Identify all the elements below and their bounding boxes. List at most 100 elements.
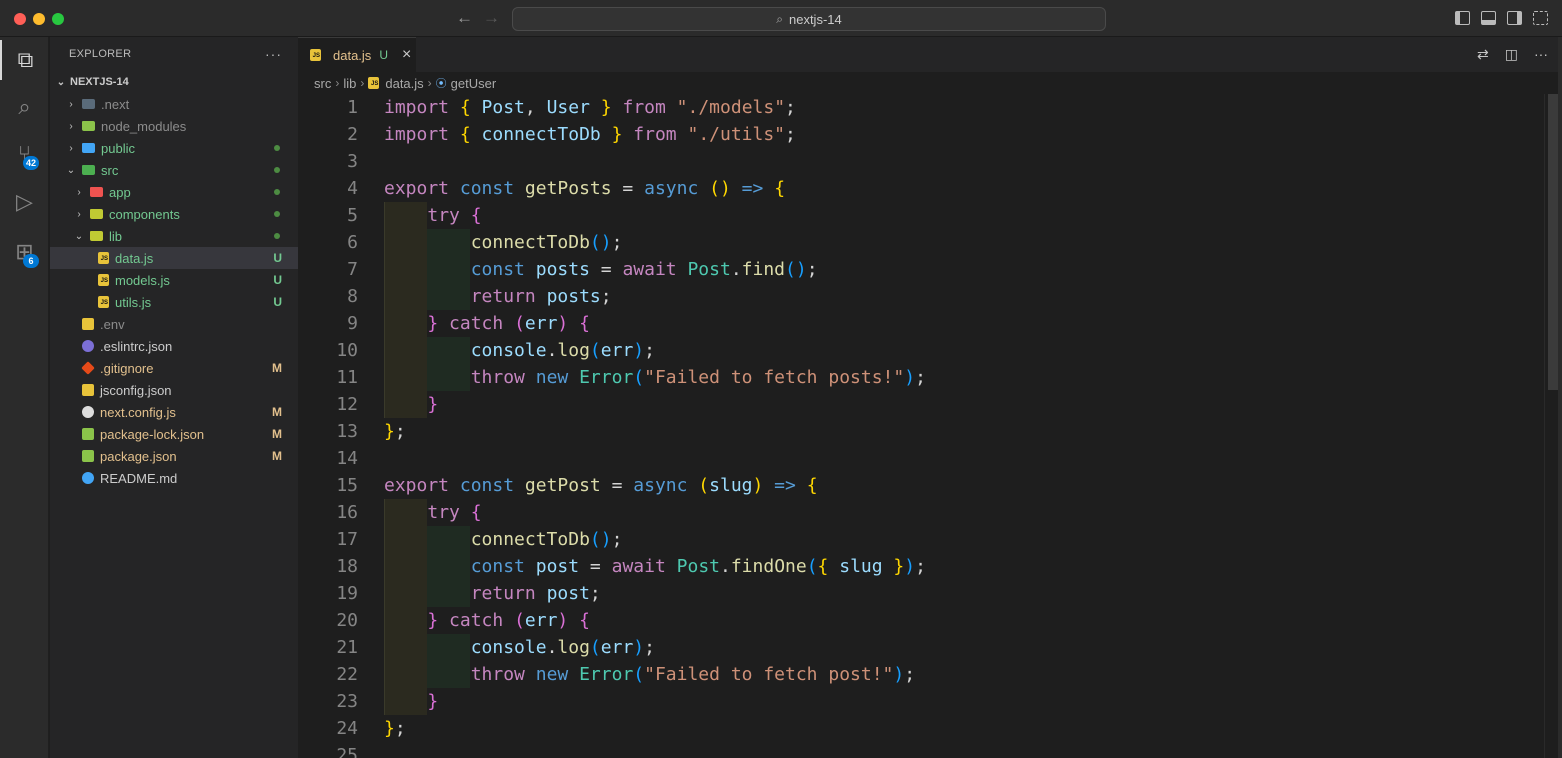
code-token: =>	[763, 475, 807, 496]
toggle-primary-sidebar-icon[interactable]	[1455, 11, 1470, 25]
tree-item[interactable]: next.config.js M	[50, 401, 298, 423]
split-editor-icon[interactable]: ◫	[1505, 46, 1518, 63]
code-token: }	[427, 691, 439, 712]
code-text: console.log(err);	[384, 634, 655, 661]
more-actions-icon[interactable]: ···	[265, 46, 282, 62]
tree-item[interactable]: JS data.js U	[50, 247, 298, 269]
code-token: }	[427, 394, 439, 415]
code-text: connectToDb();	[384, 229, 623, 256]
line-number: 12	[336, 394, 358, 415]
code-token: Error	[579, 367, 634, 388]
tree-item[interactable]: ⌄ lib	[50, 225, 298, 247]
arrow-right-icon[interactable]: →	[483, 9, 500, 27]
layout-controls	[1455, 11, 1548, 25]
chevron-down-icon: ⌄	[74, 230, 84, 242]
line-number: 13	[336, 421, 358, 442]
tree-item[interactable]: .env	[50, 313, 298, 335]
tree-item-label: app	[109, 184, 131, 200]
customize-layout-icon[interactable]	[1533, 11, 1548, 25]
tree-item-label: README.md	[100, 470, 178, 486]
code-token: Post	[687, 259, 731, 280]
code-token: (	[698, 475, 710, 496]
code-token: )	[557, 610, 569, 631]
git-status-badge: M	[272, 449, 282, 463]
tree-item[interactable]: .eslintrc.json	[50, 335, 298, 357]
javascript-file-icon: JS	[98, 252, 109, 264]
tree-item[interactable]: › components	[50, 203, 298, 225]
code-line: 10 console.log(err);	[298, 337, 1544, 364]
close-icon[interactable]: ×	[402, 46, 411, 64]
code-token: }	[427, 313, 439, 334]
code-line: 13};	[298, 418, 1544, 445]
tree-item[interactable]: jsconfig.json	[50, 379, 298, 401]
tree-item[interactable]: package.json M	[50, 445, 298, 467]
tree-item[interactable]: › node_modules	[50, 115, 298, 137]
toggle-panel-icon[interactable]	[1481, 11, 1496, 25]
tree-item[interactable]: › .next	[50, 93, 298, 115]
chevron-right-icon: ›	[69, 142, 73, 154]
code-token: =	[600, 475, 634, 496]
code-token: {	[817, 556, 840, 577]
code-text: const post = await Post.findOne({ slug }…	[384, 553, 926, 580]
git-status-badge: M	[272, 361, 282, 375]
code-token: from	[622, 124, 688, 145]
line-number: 25	[336, 745, 358, 758]
tree-item[interactable]: package-lock.json M	[50, 423, 298, 445]
tree-item[interactable]: › app	[50, 181, 298, 203]
git-status-badge: M	[272, 427, 282, 441]
extensions-icon[interactable]: ⊞ 6	[0, 232, 49, 272]
tree-item[interactable]: JS models.js U	[50, 269, 298, 291]
node-file-icon	[82, 428, 94, 440]
run-debug-icon[interactable]: ▷	[0, 182, 49, 222]
breadcrumb-item-symbol[interactable]: getUser	[451, 76, 497, 91]
line-number: 16	[336, 502, 358, 523]
code-token: async	[633, 475, 699, 496]
compare-changes-icon[interactable]: ⇄	[1477, 46, 1489, 63]
explorer-icon[interactable]: ⧉	[0, 40, 49, 80]
breadcrumb-item-file[interactable]: data.js	[385, 76, 423, 91]
breadcrumb-item-lib[interactable]: lib	[343, 76, 356, 91]
tree-item-label: node_modules	[101, 118, 187, 134]
code-token: ()	[709, 178, 731, 199]
tree-item-label: package.json	[100, 448, 177, 464]
tree-item[interactable]: JS utils.js U	[50, 291, 298, 313]
tree-item-label: .gitignore	[100, 360, 154, 376]
source-control-icon[interactable]: ⑂ 42	[0, 134, 49, 174]
maximize-window-button[interactable]	[52, 13, 64, 25]
breadcrumb-item-src[interactable]: src	[314, 76, 331, 91]
code-text: export const getPost = async (slug) => {	[384, 472, 818, 499]
code-token: try	[427, 502, 471, 523]
workspace-root[interactable]: ⌄ NEXTJS-14	[50, 71, 298, 93]
code-token: await	[622, 259, 688, 280]
code-token: err	[600, 637, 634, 658]
code-token: }	[384, 421, 395, 442]
command-center-search[interactable]: ⌕ nextjs-14	[512, 7, 1106, 31]
next-file-icon	[82, 406, 94, 418]
more-actions-icon[interactable]: ···	[1534, 46, 1548, 63]
line-number: 2	[347, 124, 358, 145]
tree-item[interactable]: › public	[50, 137, 298, 159]
close-window-button[interactable]	[14, 13, 26, 25]
search-icon[interactable]: ⌕	[0, 87, 49, 127]
tab-data-js[interactable]: JS data.js U ×	[298, 37, 416, 72]
code-token: }	[384, 718, 395, 739]
code-editor[interactable]: 1 import { Post, User } from "./models"; 2…	[298, 94, 1544, 758]
git-change-dot	[274, 167, 280, 173]
tree-item[interactable]: .gitignore M	[50, 357, 298, 379]
tree-item[interactable]: ⌄ src	[50, 159, 298, 181]
toggle-secondary-sidebar-icon[interactable]	[1507, 11, 1522, 25]
file-tree: › .next › node_modules › public ⌄ src › app › compo…	[50, 93, 298, 489]
minimize-window-button[interactable]	[33, 13, 45, 25]
code-token: (	[589, 637, 601, 658]
arrow-left-icon[interactable]: ←	[456, 9, 473, 27]
code-token: }	[600, 124, 623, 145]
line-number: 1	[347, 97, 358, 118]
folder-icon	[90, 187, 103, 197]
tree-item[interactable]: README.md	[50, 467, 298, 489]
